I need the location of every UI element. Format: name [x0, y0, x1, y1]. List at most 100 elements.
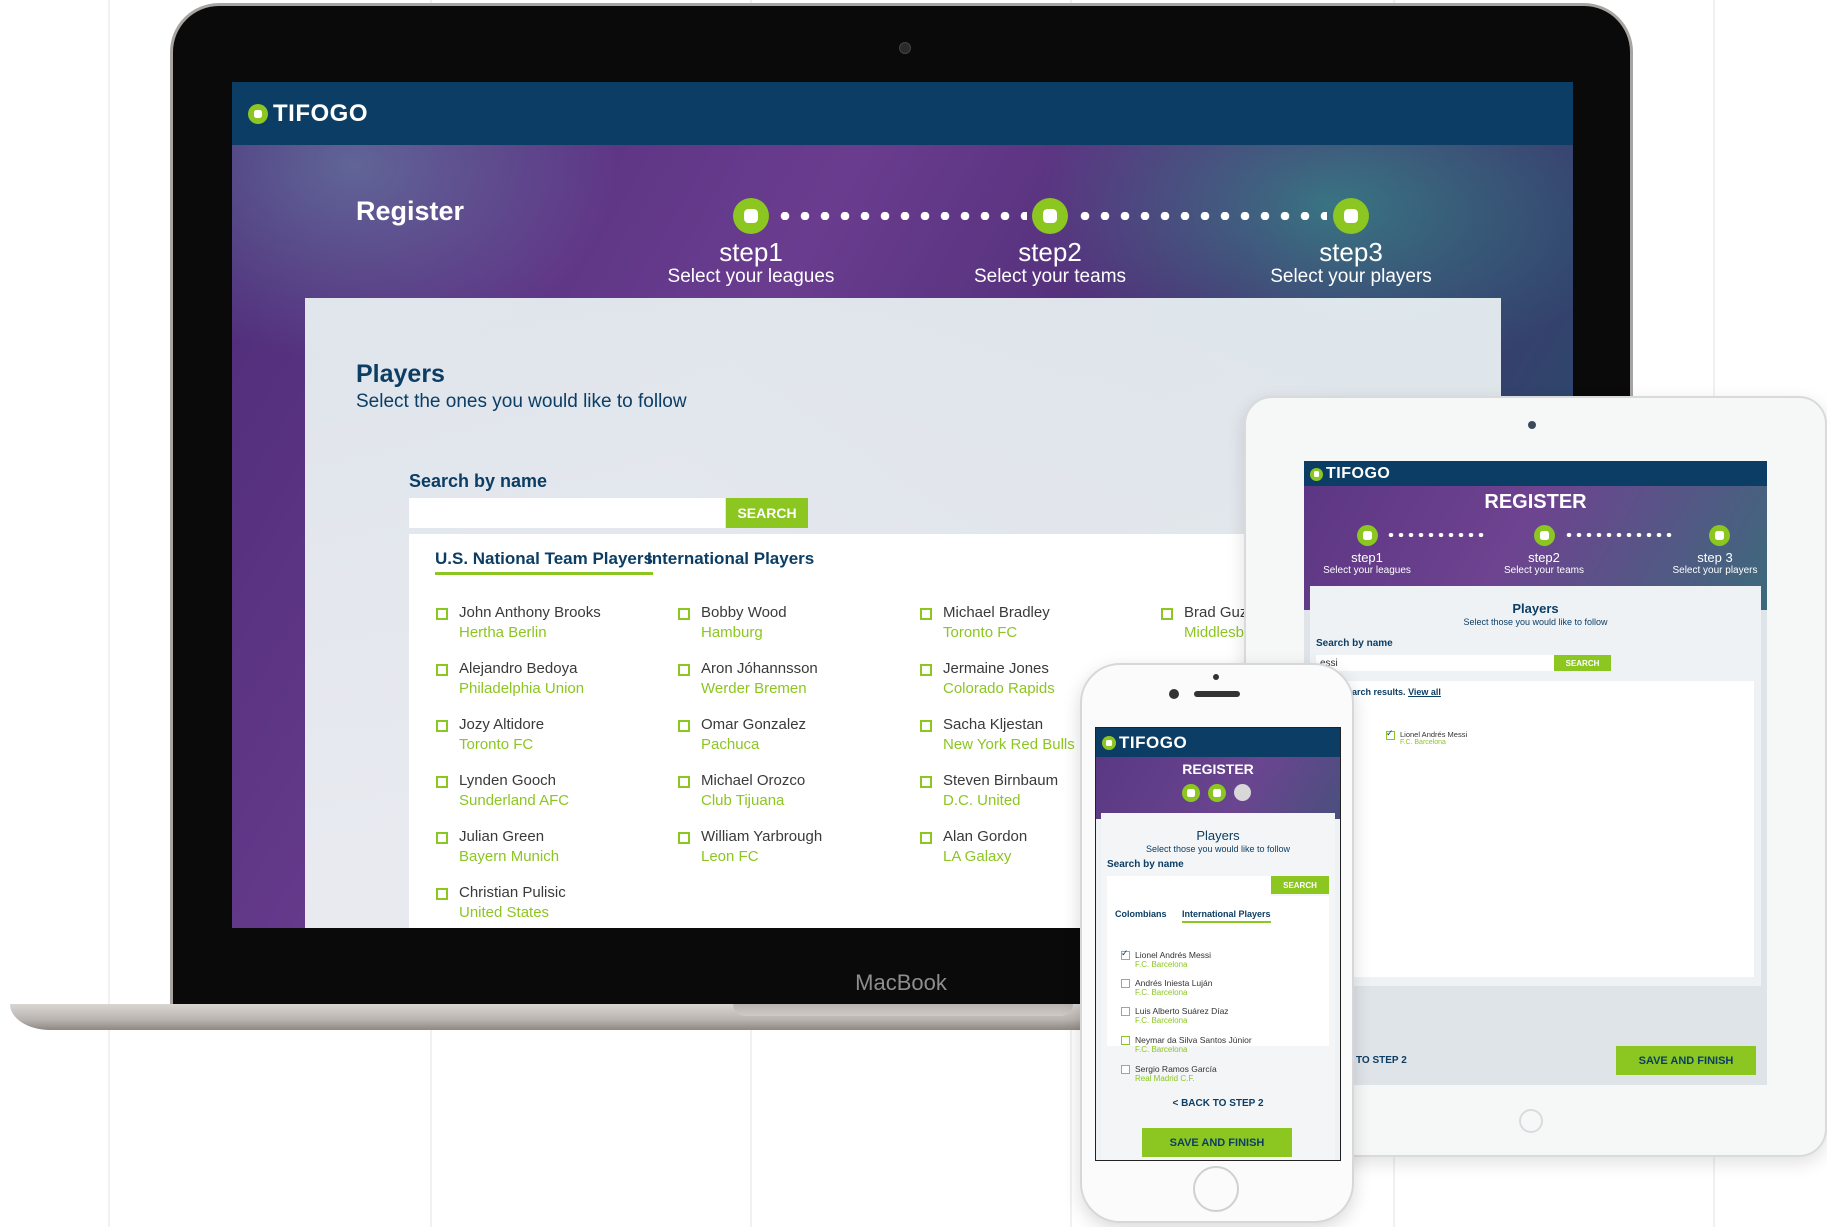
player-team: Sunderland AFC — [459, 792, 570, 809]
tab-colombians[interactable]: Colombians — [1115, 909, 1167, 919]
player-checkbox[interactable] — [436, 720, 448, 732]
tab-us-national-team[interactable]: U.S. National Team Players — [435, 549, 653, 575]
player-checkbox[interactable] — [920, 776, 932, 788]
player-team: Philadelphia Union — [459, 680, 585, 697]
player-team: Colorado Rapids — [943, 680, 1055, 697]
search-button[interactable]: SEARCH — [1271, 876, 1329, 894]
soccer-ball-icon — [1102, 736, 1116, 750]
player-name: Michael Orozco — [701, 772, 806, 789]
player-name: Sacha Kljestan — [943, 716, 1044, 733]
save-and-finish-button[interactable]: SAVE AND FINISH — [1616, 1046, 1756, 1075]
player-checkbox[interactable] — [1121, 1065, 1130, 1074]
player-team: Hamburg — [701, 624, 763, 641]
player-checkbox[interactable] — [678, 776, 690, 788]
search-input[interactable] — [1316, 655, 1554, 671]
step-3[interactable]: step 3 Select your players — [1660, 551, 1767, 577]
player-checkbox[interactable] — [678, 720, 690, 732]
section-subtitle: Select the ones you would like to follow — [356, 391, 687, 412]
player-name: Julian Green — [459, 828, 545, 845]
tifogo-logo[interactable]: TIFOGO — [1102, 733, 1187, 753]
step-1[interactable]: step1 Select your leagues — [651, 238, 851, 288]
player-name: Brad Guz — [1184, 604, 1248, 621]
step-number: step2 — [1528, 550, 1560, 565]
tifogo-logo[interactable]: TIFOGO — [1310, 465, 1390, 483]
player-team: F.C. Barcelona — [1400, 739, 1446, 746]
step-description: Select your teams — [973, 266, 1127, 287]
search-label: Search by name — [409, 471, 548, 491]
tifogo-logo[interactable]: TIFOGO — [248, 100, 368, 128]
search-button[interactable]: SEARCH — [726, 498, 808, 528]
player-name: Luis Alberto Suárez Díaz — [1135, 1006, 1229, 1016]
back-to-step-2-button[interactable]: < BACK TO STEP 2 — [1096, 1098, 1340, 1109]
player-checkbox[interactable] — [436, 664, 448, 676]
step1-ball-icon — [1357, 525, 1378, 546]
player-checkbox[interactable] — [920, 664, 932, 676]
player-team: Pachuca — [701, 736, 760, 753]
player-checkbox[interactable] — [436, 776, 448, 788]
step-description: Select your leagues — [667, 266, 835, 287]
player-checkbox-checked[interactable] — [1386, 728, 1395, 740]
macbook-camera — [899, 42, 911, 54]
tablet-top-bar: TIFOGO — [1304, 461, 1767, 486]
player-checkbox[interactable] — [436, 608, 448, 620]
step-connector — [1564, 533, 1674, 537]
logo-text: TIFOGO — [273, 100, 368, 127]
player-checkbox[interactable] — [678, 608, 690, 620]
player-checkbox[interactable] — [436, 888, 448, 900]
player-name: Lynden Gooch — [459, 772, 557, 789]
step-description: Select your players — [1270, 266, 1432, 287]
player-team: United States — [459, 904, 550, 921]
player-checkbox[interactable] — [1121, 979, 1130, 988]
player-name: Neymar da Silva Santos Júnior — [1135, 1035, 1252, 1045]
section-title: Players — [1512, 601, 1559, 616]
player-name: Andrés Iniesta Luján — [1135, 978, 1213, 988]
player-checkbox[interactable] — [1121, 1036, 1130, 1045]
player-team: New York Red Bulls — [943, 736, 1075, 753]
player-team: Toronto FC — [459, 736, 534, 753]
player-checkbox[interactable] — [920, 832, 932, 844]
player-checkbox[interactable] — [436, 832, 448, 844]
player-checkbox[interactable] — [678, 832, 690, 844]
player-team: D.C. United — [943, 792, 1021, 809]
step1-ball-icon — [733, 198, 769, 234]
page-title: REGISTER — [1182, 761, 1254, 777]
soccer-ball-icon — [1310, 467, 1323, 481]
step1-ball-icon — [1182, 784, 1200, 802]
player-checkbox[interactable] — [678, 664, 690, 676]
player-name: Steven Birnbaum — [943, 772, 1059, 789]
page-title: REGISTER — [1484, 491, 1587, 513]
step-2[interactable]: step2 Select your teams — [1484, 551, 1604, 577]
tablet-home-button[interactable] — [1519, 1109, 1543, 1133]
save-and-finish-button[interactable]: SAVE AND FINISH — [1142, 1128, 1292, 1157]
step-1[interactable]: step1 Select your leagues — [1307, 551, 1427, 577]
step-number: step2 — [1018, 237, 1082, 267]
phone-top-bar: TIFOGO — [1096, 728, 1340, 757]
search-input[interactable] — [1107, 876, 1271, 896]
phone-home-button[interactable] — [1193, 1166, 1239, 1212]
player-checkbox-checked[interactable] — [1121, 948, 1130, 960]
step2-ball-icon — [1534, 525, 1555, 546]
player-name: Sergio Ramos García — [1135, 1064, 1217, 1074]
tab-international-players[interactable]: International Players — [647, 549, 814, 569]
player-team: Middlesb — [1184, 624, 1245, 641]
player-name: Bobby Wood — [701, 604, 787, 621]
player-checkbox[interactable] — [1161, 608, 1173, 620]
step-3[interactable]: step3 Select your players — [1251, 238, 1451, 288]
player-name: Jozy Altidore — [459, 716, 545, 733]
tab-international-players[interactable]: International Players — [1182, 909, 1271, 923]
player-checkbox[interactable] — [1121, 1007, 1130, 1016]
back-to-step-2-button[interactable]: TO STEP 2 — [1356, 1055, 1407, 1066]
player-team: Real Madrid C.F. — [1135, 1074, 1195, 1083]
phone-speaker — [1194, 691, 1240, 697]
player-name: William Yarbrough — [701, 828, 823, 845]
view-all-link[interactable]: View all — [1408, 687, 1441, 697]
step-2[interactable]: step2 Select your teams — [950, 238, 1150, 288]
player-name: Alan Gordon — [943, 828, 1028, 845]
search-input[interactable] — [409, 498, 725, 528]
player-checkbox[interactable] — [920, 608, 932, 620]
player-checkbox[interactable] — [920, 720, 932, 732]
phone-screen: TIFOGO REGISTER Players Select those you… — [1095, 727, 1341, 1161]
search-button[interactable]: SEARCH — [1554, 655, 1611, 671]
player-team: F.C. Barcelona — [1135, 988, 1188, 997]
player-team: Club Tijuana — [701, 792, 785, 809]
